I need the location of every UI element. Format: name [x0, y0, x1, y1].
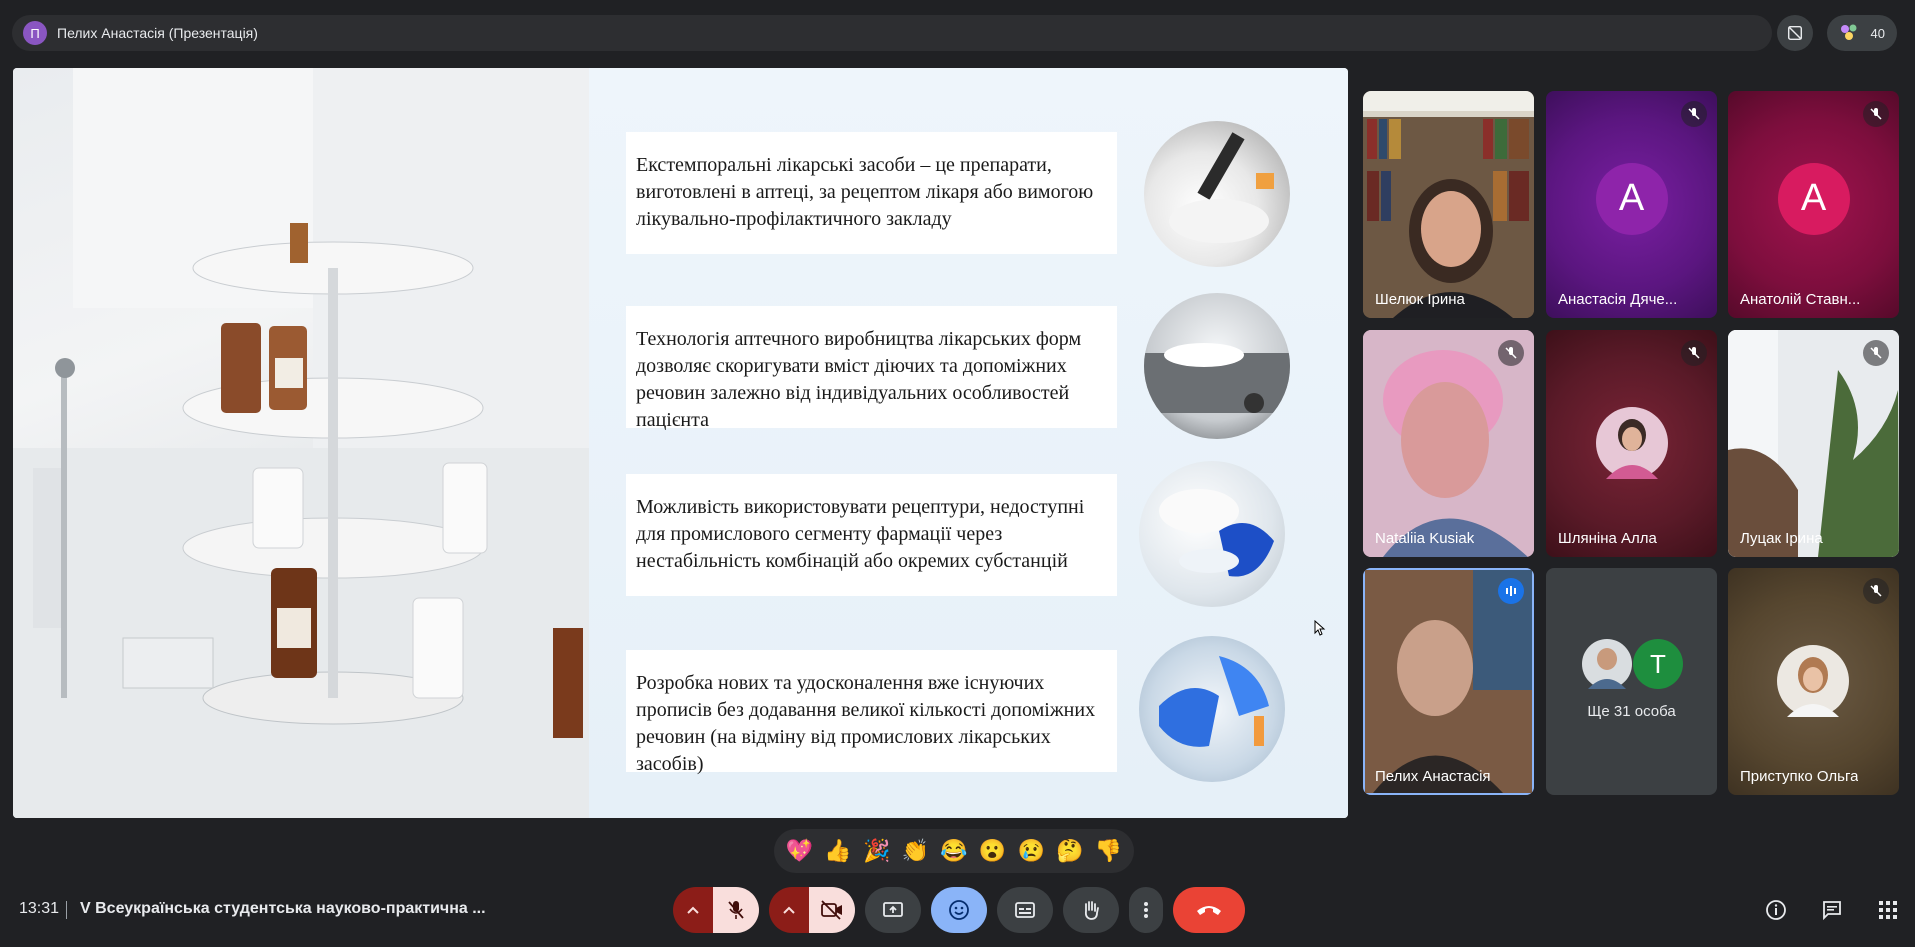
reaction-sparkling-heart[interactable]: 💖 [781, 838, 817, 864]
slide-bullet-3: Можливість використовувати рецептури, не… [626, 474, 1117, 596]
slide-bullet-4: Розробка нових та удосконалення вже існу… [626, 650, 1117, 775]
mic-off-icon [1863, 101, 1889, 127]
gloved-hands-vials-image [1139, 636, 1285, 782]
participant-name: Nataliia Kusiak [1375, 530, 1475, 547]
mouse-cursor-icon [1314, 620, 1326, 636]
reaction-thinking[interactable]: 🤔 [1052, 838, 1088, 864]
mic-off-icon [1863, 340, 1889, 366]
mortar-pestle-image [1144, 121, 1290, 267]
presentation-slide: Екстемпоральні лікарські засоби – це пре… [13, 68, 1348, 818]
video-options-chevron-icon[interactable] [769, 887, 809, 933]
participant-name: Анатолій Ставн... [1740, 291, 1861, 308]
more-options-button[interactable] [1129, 887, 1163, 933]
participant-name: Луцак Ірина [1740, 530, 1823, 547]
emoji-reactions-button[interactable] [931, 887, 987, 933]
slide-bullet-2: Технологія аптечного виробництва лікарсь… [626, 306, 1117, 431]
participant-tile-3[interactable]: А Анатолій Ставн... [1728, 91, 1899, 318]
more-participants-label: Ще 31 особа [1587, 703, 1676, 720]
reactions-bar: 💖 👍 🎉 👏 😂 😮 😢 🤔 👎 [774, 829, 1134, 873]
hide-self-view-icon[interactable] [1776, 15, 1813, 51]
present-screen-button[interactable] [865, 887, 921, 933]
presenter-label: Пелих Анастасія (Презентація) [57, 25, 258, 41]
mic-off-icon [1498, 340, 1524, 366]
leave-call-button[interactable] [1173, 887, 1245, 933]
mic-off-button[interactable] [713, 887, 759, 933]
reaction-thumbs-down[interactable]: 👎 [1091, 838, 1127, 864]
mic-control-group [673, 887, 759, 933]
participant-avatar: А [1595, 162, 1668, 235]
activities-icon[interactable] [1875, 897, 1901, 923]
participant-name: Шелюк Ірина [1375, 291, 1465, 308]
presenter-bar[interactable]: П Пелих Анастасія (Презентація) [12, 15, 1772, 51]
mic-off-icon [1681, 340, 1707, 366]
participant-tile-1[interactable]: Шелюк Ірина [1363, 91, 1534, 318]
speaking-indicator-icon [1498, 578, 1524, 604]
pharmacy-equipment-image [1144, 293, 1290, 439]
camera-off-button[interactable] [809, 887, 855, 933]
meeting-details-icon[interactable] [1763, 897, 1789, 923]
chat-icon[interactable] [1819, 897, 1845, 923]
reaction-joy[interactable]: 😂 [936, 838, 972, 864]
participant-avatar [1777, 645, 1849, 717]
participant-tile-6[interactable]: Луцак Ірина [1728, 330, 1899, 557]
more-participants-tile[interactable]: T Ще 31 особа [1546, 568, 1717, 795]
participant-name: Шляніна Алла [1558, 530, 1657, 547]
audio-options-chevron-icon[interactable] [673, 887, 713, 933]
participant-tile-9[interactable]: Приступко Ольга [1728, 568, 1899, 795]
participant-tile-4[interactable]: Nataliia Kusiak [1363, 330, 1534, 557]
raise-hand-button[interactable] [1063, 887, 1119, 933]
participant-tile-2[interactable]: А Анастасія Дяче... [1546, 91, 1717, 318]
slide-content-area: Екстемпоральні лікарські засоби – це пре… [589, 68, 1348, 818]
slide-bullet-1: Екстемпоральні лікарські засоби – це пре… [626, 132, 1117, 254]
meeting-title[interactable]: V Всеукраїнська студентська науково-прак… [80, 900, 486, 918]
clock: 13:31 [19, 900, 60, 917]
participants-button[interactable]: 40 [1826, 15, 1897, 51]
presenter-avatar: П [23, 21, 47, 45]
participant-name: Пелих Анастасія [1375, 768, 1491, 785]
participant-name: Приступко Ольга [1740, 768, 1859, 785]
reaction-surprised[interactable]: 😮 [975, 838, 1011, 864]
reaction-clapping[interactable]: 👏 [897, 838, 933, 864]
mic-off-icon [1863, 578, 1889, 604]
participant-count: 40 [1870, 25, 1885, 41]
top-right-controls: 40 [1776, 15, 1897, 51]
pharmacy-lab-photo [13, 68, 589, 818]
participant-avatar [1582, 639, 1632, 689]
reaction-party-popper[interactable]: 🎉 [859, 838, 895, 864]
participant-avatar: А [1777, 162, 1850, 235]
participant-tile-7[interactable]: Пелих Анастасія [1363, 568, 1534, 795]
camera-control-group [769, 887, 855, 933]
side-panel-buttons [1763, 897, 1901, 923]
mic-off-icon [1681, 101, 1707, 127]
participant-name: Анастасія Дяче... [1558, 291, 1678, 308]
reaction-crying[interactable]: 😢 [1013, 838, 1049, 864]
gloved-hands-mortar-image [1139, 461, 1285, 607]
participants-icon [1840, 24, 1857, 40]
participant-avatar [1596, 407, 1668, 479]
divider [66, 901, 67, 919]
reaction-thumbs-up[interactable]: 👍 [820, 838, 856, 864]
captions-button[interactable] [997, 887, 1053, 933]
call-controls [673, 887, 1245, 933]
participant-avatar: T [1633, 639, 1683, 689]
participant-tile-5[interactable]: Шляніна Алла [1546, 330, 1717, 557]
